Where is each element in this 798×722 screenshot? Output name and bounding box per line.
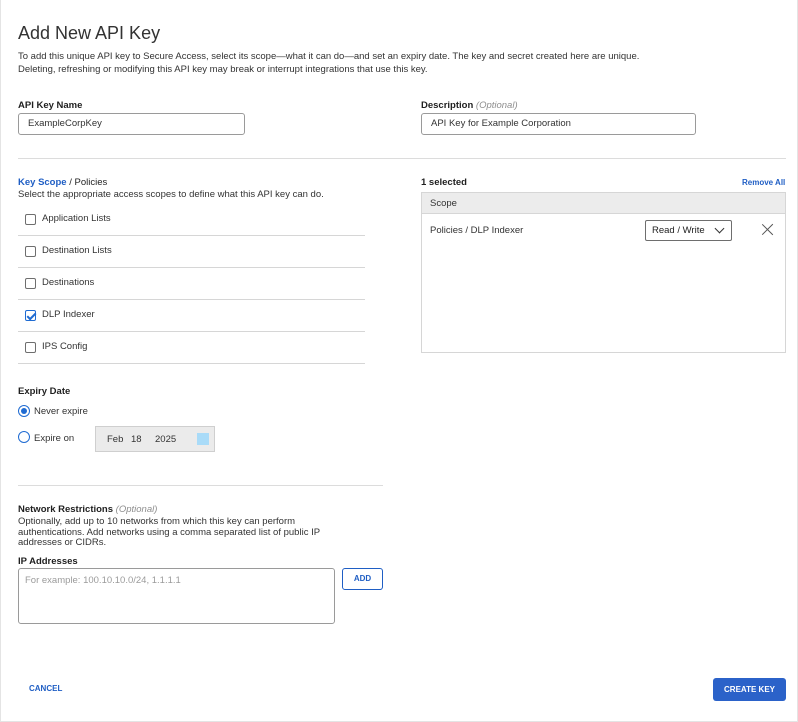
expiry-date-field[interactable]: Feb 18 2025 [95, 426, 215, 452]
description-line-1: To add this unique API key to Secure Acc… [18, 51, 640, 62]
network-restrictions-label: Network Restrictions (Optional) [18, 504, 157, 515]
dialog-title: Add New API Key [18, 23, 161, 43]
add-button[interactable]: ADD [342, 568, 383, 590]
description-line-2: Deleting, refreshing or modifying this A… [18, 63, 428, 75]
checkbox[interactable] [25, 342, 36, 353]
create-key-button[interactable]: CREATE KEY [713, 678, 786, 701]
remove-all-link[interactable]: Remove All [742, 178, 785, 187]
cancel-button[interactable]: CANCEL [29, 684, 62, 693]
permission-value: Read / Write [652, 225, 705, 236]
selected-scopes-table: Scope Policies / DLP Indexer Read / Writ… [421, 192, 786, 353]
close-icon[interactable] [760, 222, 776, 238]
key-scope-path: / Policies [69, 177, 108, 188]
checkbox[interactable] [25, 214, 36, 225]
checkbox[interactable] [25, 278, 36, 289]
scope-item-label: Destination Lists [42, 245, 112, 256]
checkbox[interactable] [25, 246, 36, 257]
key-scope-breadcrumb: Key Scope / Policies [18, 177, 107, 188]
scope-item-label: Destinations [42, 277, 95, 288]
dialog: Add New API Key To add this unique API k… [0, 0, 798, 722]
scope-item-ips-config[interactable]: IPS Config [18, 332, 365, 364]
date-month: Feb [107, 434, 124, 445]
date-day: 18 [131, 434, 142, 445]
scope-item-dlp-indexer[interactable]: DLP Indexer [18, 300, 365, 332]
description-input[interactable]: API Key for Example Corporation [421, 113, 696, 135]
scope-item-destinations[interactable]: Destinations [18, 268, 365, 300]
scope-item-application-lists[interactable]: Application Lists [18, 204, 365, 236]
scope-column-header: Scope [422, 193, 785, 214]
checkbox-checked[interactable] [25, 310, 36, 321]
ip-addresses-label: IP Addresses [18, 556, 78, 567]
scope-item-label: IPS Config [42, 341, 88, 352]
description-label: Description (Optional) [421, 100, 518, 111]
expire-on-radio[interactable] [18, 431, 30, 443]
never-expire-label: Never expire [34, 406, 88, 417]
divider [18, 158, 786, 159]
divider [18, 485, 383, 486]
dialog-description: To add this unique API key to Secure Acc… [18, 51, 718, 76]
date-year: 2025 [155, 434, 177, 445]
api-key-name-input[interactable]: ExampleCorpKey [18, 113, 245, 135]
scope-item-label: DLP Indexer [42, 309, 95, 320]
description-label-text: Description [421, 100, 474, 111]
calendar-icon[interactable] [197, 433, 209, 445]
network-label-text: Network Restrictions [18, 504, 114, 515]
selected-count: 1 selected [421, 177, 467, 188]
key-scope-help: Select the appropriate access scopes to … [18, 189, 324, 200]
scope-item-destination-lists[interactable]: Destination Lists [18, 236, 365, 268]
network-optional: (Optional) [115, 504, 158, 515]
network-help-line-3: addresses or CIDRs. [18, 537, 107, 548]
scope-list[interactable]: Application Lists Destination Lists Dest… [18, 204, 383, 367]
never-expire-radio[interactable] [18, 405, 30, 417]
key-scope-link[interactable]: Key Scope [18, 177, 67, 188]
expire-on-label: Expire on [34, 433, 75, 444]
network-help: Optionally, add up to 10 networks from w… [18, 516, 320, 549]
selected-scope-name: Policies / DLP Indexer [430, 225, 524, 236]
api-key-name-label: API Key Name [18, 100, 83, 111]
description-optional: (Optional) [475, 100, 518, 111]
network-help-line-1: Optionally, add up to 10 networks from w… [18, 516, 296, 527]
ip-addresses-input[interactable]: For example: 100.10.10.0/24, 1.1.1.1 [18, 568, 335, 624]
chevron-down-icon [714, 223, 725, 234]
expiry-label: Expiry Date [18, 386, 71, 397]
scope-item-label: Application Lists [42, 213, 111, 224]
permission-select[interactable]: Read / Write [645, 220, 732, 241]
